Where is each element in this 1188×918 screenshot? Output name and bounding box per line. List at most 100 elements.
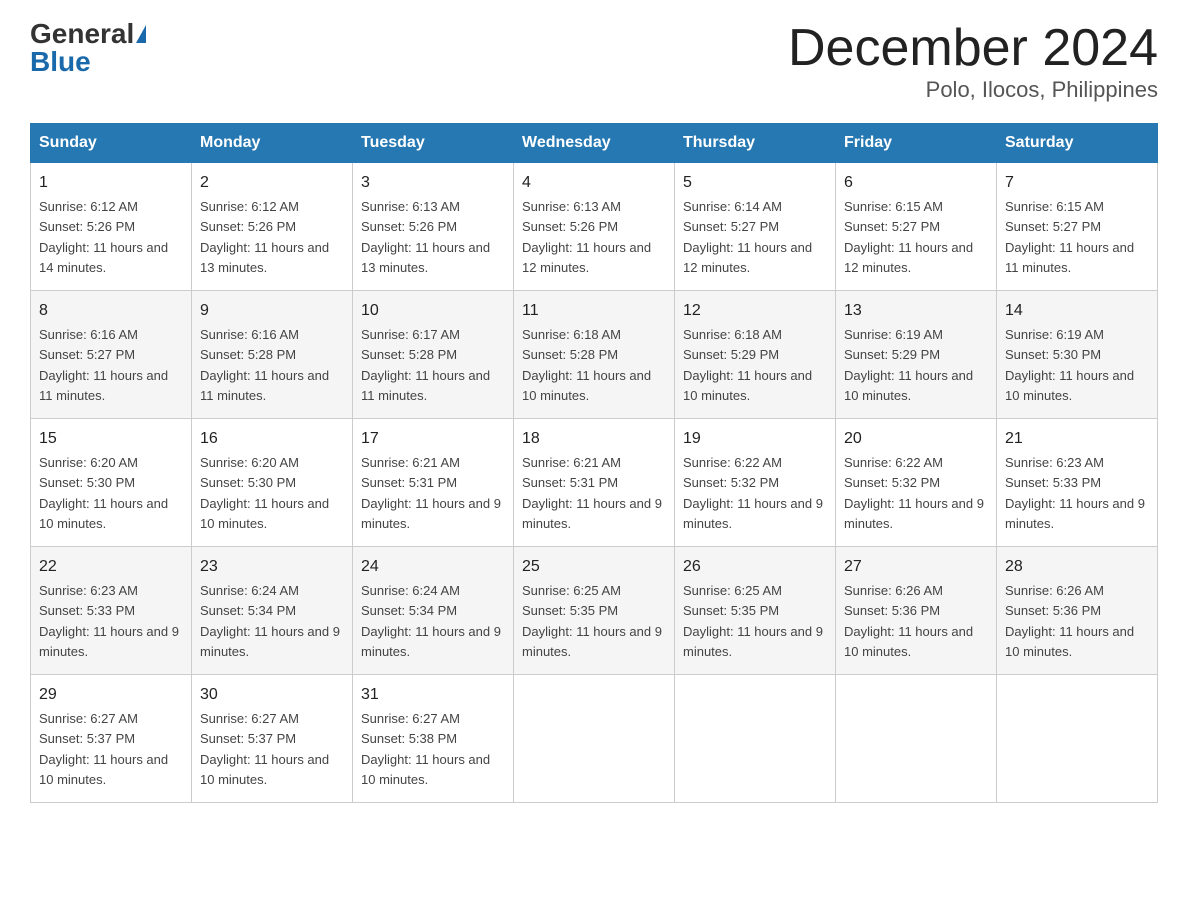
day-number: 28 [1005, 555, 1149, 579]
day-info: Sunrise: 6:19 AMSunset: 5:29 PMDaylight:… [844, 327, 973, 403]
day-info: Sunrise: 6:20 AMSunset: 5:30 PMDaylight:… [200, 455, 329, 531]
calendar-cell: 30Sunrise: 6:27 AMSunset: 5:37 PMDayligh… [192, 675, 353, 803]
day-info: Sunrise: 6:16 AMSunset: 5:28 PMDaylight:… [200, 327, 329, 403]
day-number: 27 [844, 555, 988, 579]
day-number: 30 [200, 683, 344, 707]
calendar-cell: 1 Sunrise: 6:12 AMSunset: 5:26 PMDaylight… [31, 163, 192, 291]
day-info: Sunrise: 6:22 AMSunset: 5:32 PMDaylight:… [683, 455, 823, 531]
calendar-body: 1 Sunrise: 6:12 AMSunset: 5:26 PMDaylight… [31, 163, 1158, 803]
day-number: 15 [39, 427, 183, 451]
calendar-cell [997, 675, 1158, 803]
page-header: General Blue December 2024 Polo, Ilocos,… [30, 20, 1158, 103]
day-number: 17 [361, 427, 505, 451]
day-number: 18 [522, 427, 666, 451]
day-number: 31 [361, 683, 505, 707]
calendar-cell: 9 Sunrise: 6:16 AMSunset: 5:28 PMDaylight… [192, 291, 353, 419]
day-number: 10 [361, 299, 505, 323]
day-info: Sunrise: 6:27 AMSunset: 5:37 PMDaylight:… [39, 711, 168, 787]
calendar-cell: 28 Sunrise: 6:26 AMSunset: 5:36 PMDayligh… [997, 547, 1158, 675]
logo-triangle-icon [136, 25, 146, 43]
weekday-header-tuesday: Tuesday [353, 124, 514, 163]
day-number: 20 [844, 427, 988, 451]
day-number: 5 [683, 171, 827, 195]
day-number: 23 [200, 555, 344, 579]
calendar-cell: 17 Sunrise: 6:21 AMSunset: 5:31 PMDayligh… [353, 419, 514, 547]
day-info: Sunrise: 6:22 AMSunset: 5:32 PMDaylight:… [844, 455, 984, 531]
calendar-cell: 25Sunrise: 6:25 AMSunset: 5:35 PMDayligh… [514, 547, 675, 675]
title-block: December 2024 Polo, Ilocos, Philippines [788, 20, 1158, 103]
calendar-cell: 15Sunrise: 6:20 AMSunset: 5:30 PMDayligh… [31, 419, 192, 547]
calendar-cell: 31 Sunrise: 6:27 AMSunset: 5:38 PMDayligh… [353, 675, 514, 803]
calendar-cell: 29 Sunrise: 6:27 AMSunset: 5:37 PMDayligh… [31, 675, 192, 803]
day-info: Sunrise: 6:21 AMSunset: 5:31 PMDaylight:… [522, 455, 662, 531]
day-number: 9 [200, 299, 344, 323]
calendar-cell [836, 675, 997, 803]
day-number: 21 [1005, 427, 1149, 451]
day-number: 19 [683, 427, 827, 451]
day-number: 29 [39, 683, 183, 707]
day-number: 4 [522, 171, 666, 195]
calendar-cell [675, 675, 836, 803]
calendar-week-row: 8 Sunrise: 6:16 AMSunset: 5:27 PMDaylight… [31, 291, 1158, 419]
day-number: 12 [683, 299, 827, 323]
calendar-header: SundayMondayTuesdayWednesdayThursdayFrid… [31, 124, 1158, 163]
calendar-cell: 3Sunrise: 6:13 AMSunset: 5:26 PMDaylight… [353, 163, 514, 291]
calendar-cell: 12 Sunrise: 6:18 AMSunset: 5:29 PMDayligh… [675, 291, 836, 419]
weekday-header-row: SundayMondayTuesdayWednesdayThursdayFrid… [31, 124, 1158, 163]
calendar-cell: 11 Sunrise: 6:18 AMSunset: 5:28 PMDayligh… [514, 291, 675, 419]
day-info: Sunrise: 6:25 AMSunset: 5:35 PMDaylight:… [683, 583, 823, 659]
day-info: Sunrise: 6:14 AMSunset: 5:27 PMDaylight:… [683, 199, 812, 275]
calendar-cell: 27 Sunrise: 6:26 AMSunset: 5:36 PMDayligh… [836, 547, 997, 675]
day-info: Sunrise: 6:26 AMSunset: 5:36 PMDaylight:… [1005, 583, 1134, 659]
calendar-cell: 19 Sunrise: 6:22 AMSunset: 5:32 PMDayligh… [675, 419, 836, 547]
calendar-week-row: 29 Sunrise: 6:27 AMSunset: 5:37 PMDayligh… [31, 675, 1158, 803]
weekday-header-wednesday: Wednesday [514, 124, 675, 163]
day-number: 13 [844, 299, 988, 323]
calendar-cell: 18 Sunrise: 6:21 AMSunset: 5:31 PMDayligh… [514, 419, 675, 547]
day-info: Sunrise: 6:18 AMSunset: 5:28 PMDaylight:… [522, 327, 651, 403]
calendar-cell: 26 Sunrise: 6:25 AMSunset: 5:35 PMDayligh… [675, 547, 836, 675]
day-number: 2 [200, 171, 344, 195]
day-info: Sunrise: 6:19 AMSunset: 5:30 PMDaylight:… [1005, 327, 1134, 403]
calendar-cell: 23Sunrise: 6:24 AMSunset: 5:34 PMDayligh… [192, 547, 353, 675]
day-number: 6 [844, 171, 988, 195]
calendar-cell: 10 Sunrise: 6:17 AMSunset: 5:28 PMDayligh… [353, 291, 514, 419]
day-info: Sunrise: 6:13 AMSunset: 5:26 PMDaylight:… [522, 199, 651, 275]
day-number: 7 [1005, 171, 1149, 195]
calendar-cell: 14Sunrise: 6:19 AMSunset: 5:30 PMDayligh… [997, 291, 1158, 419]
calendar-cell: 2 Sunrise: 6:12 AMSunset: 5:26 PMDaylight… [192, 163, 353, 291]
day-info: Sunrise: 6:12 AMSunset: 5:26 PMDaylight:… [200, 199, 329, 275]
day-info: Sunrise: 6:27 AMSunset: 5:38 PMDaylight:… [361, 711, 490, 787]
day-info: Sunrise: 6:17 AMSunset: 5:28 PMDaylight:… [361, 327, 490, 403]
logo-general-text: General [30, 20, 134, 48]
day-number: 11 [522, 299, 666, 323]
day-info: Sunrise: 6:21 AMSunset: 5:31 PMDaylight:… [361, 455, 501, 531]
day-info: Sunrise: 6:12 AMSunset: 5:26 PMDaylight:… [39, 199, 168, 275]
calendar-cell: 4 Sunrise: 6:13 AMSunset: 5:26 PMDaylight… [514, 163, 675, 291]
day-number: 1 [39, 171, 183, 195]
calendar-cell: 5 Sunrise: 6:14 AMSunset: 5:27 PMDaylight… [675, 163, 836, 291]
calendar-cell: 6Sunrise: 6:15 AMSunset: 5:27 PMDaylight… [836, 163, 997, 291]
weekday-header-thursday: Thursday [675, 124, 836, 163]
day-info: Sunrise: 6:16 AMSunset: 5:27 PMDaylight:… [39, 327, 168, 403]
day-number: 24 [361, 555, 505, 579]
day-info: Sunrise: 6:25 AMSunset: 5:35 PMDaylight:… [522, 583, 662, 659]
day-info: Sunrise: 6:13 AMSunset: 5:26 PMDaylight:… [361, 199, 490, 275]
calendar-cell: 8 Sunrise: 6:16 AMSunset: 5:27 PMDaylight… [31, 291, 192, 419]
day-info: Sunrise: 6:15 AMSunset: 5:27 PMDaylight:… [1005, 199, 1134, 275]
page-subtitle: Polo, Ilocos, Philippines [788, 77, 1158, 103]
day-info: Sunrise: 6:24 AMSunset: 5:34 PMDaylight:… [361, 583, 501, 659]
weekday-header-saturday: Saturday [997, 124, 1158, 163]
day-number: 22 [39, 555, 183, 579]
day-info: Sunrise: 6:26 AMSunset: 5:36 PMDaylight:… [844, 583, 973, 659]
day-number: 8 [39, 299, 183, 323]
logo-blue-text: Blue [30, 48, 91, 76]
day-number: 26 [683, 555, 827, 579]
calendar-cell: 22Sunrise: 6:23 AMSunset: 5:33 PMDayligh… [31, 547, 192, 675]
calendar-cell: 7 Sunrise: 6:15 AMSunset: 5:27 PMDaylight… [997, 163, 1158, 291]
logo: General Blue [30, 20, 146, 76]
calendar-week-row: 15 Sunrise: 6:20 AMSunset: 5:30 PMDayligh… [31, 419, 1158, 547]
calendar-cell: 20 Sunrise: 6:22 AMSunset: 5:32 PMDayligh… [836, 419, 997, 547]
weekday-header-monday: Monday [192, 124, 353, 163]
day-info: Sunrise: 6:18 AMSunset: 5:29 PMDaylight:… [683, 327, 812, 403]
